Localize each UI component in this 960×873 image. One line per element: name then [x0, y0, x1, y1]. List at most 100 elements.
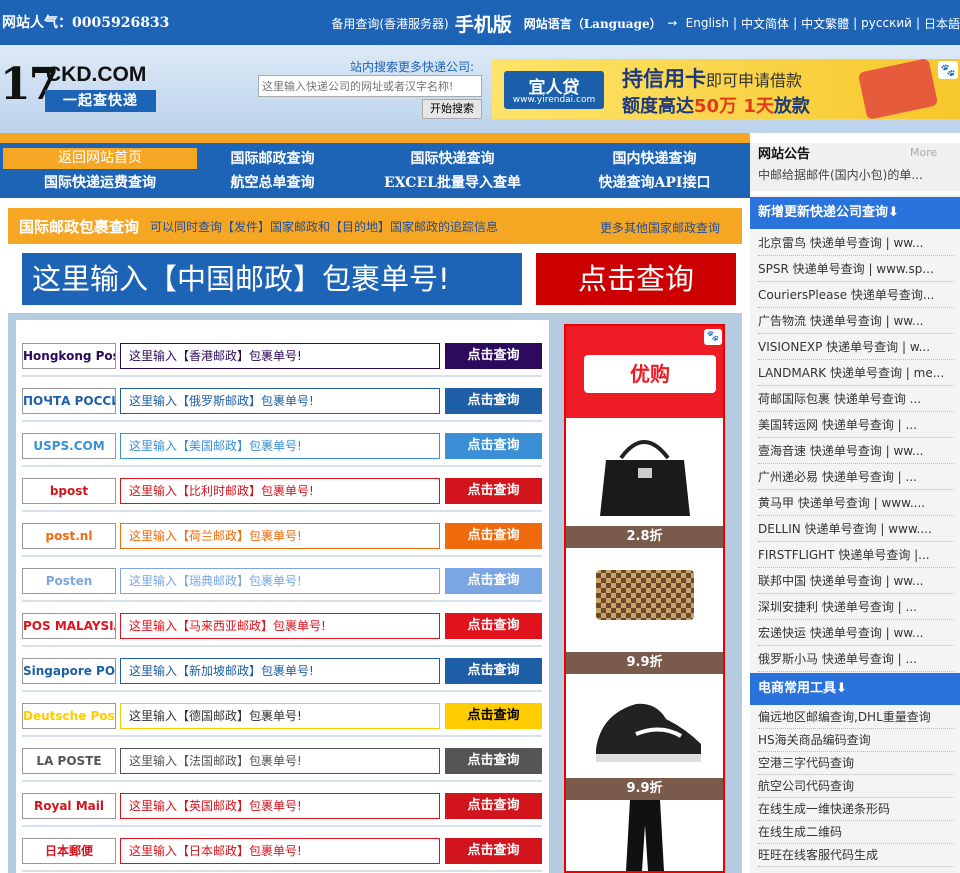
product-pants[interactable]: [566, 800, 723, 871]
tracking-number-input[interactable]: 这里输入【美国邮政】包裹单号!: [120, 433, 440, 459]
visit-counter: 网站人气：0005926833: [2, 15, 170, 31]
divider: |: [915, 16, 920, 30]
company-link[interactable]: LANDMARK 快递单号查询 | me...: [758, 360, 954, 386]
tool-link[interactable]: 航空公司代码查询: [758, 775, 954, 798]
company-link[interactable]: DELLIN 快递单号查询 | www....: [758, 516, 954, 542]
post-logo: Royal Mail: [22, 793, 116, 819]
search-button[interactable]: 开始搜索: [422, 99, 482, 119]
company-link[interactable]: 广州递必易 快递单号查询 | ...: [758, 464, 954, 490]
post-row: post.nl 这里输入【荷兰邮政】包裹单号! 点击查询: [16, 513, 549, 558]
company-link[interactable]: 深圳安捷利 快递单号查询 | ...: [758, 594, 954, 620]
ad-banner[interactable]: 宜人贷 www.yirendai.com 持信用卡即可申请借款 额度高达50万 …: [492, 59, 960, 119]
lang-simplified-link[interactable]: 中文简体: [741, 15, 789, 32]
company-link[interactable]: 荷邮国际包裹 快递单号查询 ...: [758, 386, 954, 412]
notice-item[interactable]: 中邮给据邮件(国内小包)的单...: [758, 166, 923, 183]
lang-traditional-link[interactable]: 中文繁體: [801, 15, 849, 32]
track-button[interactable]: 点击查询: [445, 658, 542, 684]
nav-api[interactable]: 快递查询API接口: [582, 172, 727, 192]
tracking-number-input[interactable]: 这里输入【德国邮政】包裹单号!: [120, 703, 440, 729]
post-row: Royal Mail 这里输入【英国邮政】包裹单号! 点击查询: [16, 783, 549, 828]
product-handbag[interactable]: [566, 418, 723, 524]
company-link[interactable]: 北京雷鸟 快递单号查询 | ww...: [758, 230, 954, 256]
divider: [22, 690, 542, 692]
company-link[interactable]: 美国转运网 快递单号查询 | ...: [758, 412, 954, 438]
company-link[interactable]: 壹海音速 快递单号查询 | ww...: [758, 438, 954, 464]
track-button[interactable]: 点击查询: [445, 568, 542, 594]
arrow-right-icon: ➙: [667, 16, 678, 30]
post-logo: POS MALAYSIA: [22, 613, 116, 639]
company-link[interactable]: 黄马甲 快递单号查询 | www....: [758, 490, 954, 516]
tracking-number-input[interactable]: 这里输入【荷兰邮政】包裹单号!: [120, 523, 440, 549]
track-button[interactable]: 点击查询: [445, 478, 542, 504]
nav-intl-post[interactable]: 国际邮政查询: [200, 148, 345, 168]
tool-link[interactable]: 空港三字代码查询: [758, 752, 954, 775]
search-input[interactable]: [258, 75, 482, 97]
post-row: USPS.COM 这里输入【美国邮政】包裹单号! 点击查询: [16, 423, 549, 468]
track-button[interactable]: 点击查询: [445, 748, 542, 774]
nav-freight[interactable]: 国际快递运费查询: [20, 172, 180, 192]
post-logo: 日本郵便: [22, 838, 116, 864]
track-button[interactable]: 点击查询: [445, 613, 542, 639]
company-link[interactable]: FIRSTFLIGHT 快递单号查询 |...: [758, 542, 954, 568]
china-post-input[interactable]: 这里输入【中国邮政】包裹单号!: [22, 253, 522, 305]
tool-link[interactable]: 在线生成一维快递条形码: [758, 798, 954, 821]
track-button[interactable]: 点击查询: [445, 703, 542, 729]
lang-japanese-link[interactable]: 日本語: [924, 15, 960, 32]
banner-headline: 持信用卡即可申请借款: [622, 67, 803, 91]
post-row: Hongkong Post 这里输入【香港邮政】包裹单号! 点击查询: [16, 333, 549, 378]
logo-domain[interactable]: CKD.COM: [46, 63, 146, 87]
tool-link[interactable]: 偏远地区邮编查询,DHL重量查询: [758, 706, 954, 729]
tracking-number-input[interactable]: 这里输入【香港邮政】包裹单号!: [120, 343, 440, 369]
nav-air-waybill[interactable]: 航空总单查询: [200, 172, 345, 192]
company-link[interactable]: 广告物流 快递单号查询 | ww...: [758, 308, 954, 334]
credit-card-icon: [857, 59, 939, 119]
nav-domestic-express[interactable]: 国内快递查询: [582, 148, 727, 168]
tracking-number-input[interactable]: 这里输入【日本邮政】包裹单号!: [120, 838, 440, 864]
product-sneaker[interactable]: [566, 674, 723, 776]
post-logo: USPS.COM: [22, 433, 116, 459]
tracking-number-input[interactable]: 这里输入【英国邮政】包裹单号!: [120, 793, 440, 819]
divider: [22, 555, 542, 557]
tracking-number-input[interactable]: 这里输入【比利时邮政】包裹单号!: [120, 478, 440, 504]
nav-excel-import[interactable]: EXCEL批量导入查单: [375, 172, 530, 192]
company-link[interactable]: SPSR 快递单号查询 | www.sp...: [758, 256, 954, 282]
nav-home[interactable]: 返回网站首页: [3, 148, 197, 169]
more-countries-link[interactable]: 更多其他国家邮政查询: [600, 219, 720, 236]
product-clutch[interactable]: [566, 548, 723, 650]
track-button[interactable]: 点击查询: [445, 523, 542, 549]
company-link[interactable]: VISIONEXP 快递单号查询 | w...: [758, 334, 954, 360]
nav-intl-express[interactable]: 国际快递查询: [380, 148, 525, 168]
track-button[interactable]: 点击查询: [445, 388, 542, 414]
sneaker-image: [596, 703, 701, 762]
tracking-number-input[interactable]: 这里输入【瑞典邮政】包裹单号!: [120, 568, 440, 594]
company-link[interactable]: 俄罗斯小马 快递单号查询 | ...: [758, 646, 954, 672]
notice-title: 网站公告: [758, 147, 811, 162]
track-button[interactable]: 点击查询: [445, 433, 542, 459]
company-link[interactable]: 宏递快运 快递单号查询 | ww...: [758, 620, 954, 646]
tracking-number-input[interactable]: 这里输入【法国邮政】包裹单号!: [120, 748, 440, 774]
china-post-search-button[interactable]: 点击查询: [536, 253, 736, 305]
mobile-version-link[interactable]: 手机版: [455, 10, 512, 37]
post-logo: Hongkong Post: [22, 343, 116, 369]
banner-brand-logo: 宜人贷 www.yirendai.com: [504, 71, 604, 109]
tracking-number-input[interactable]: 这里输入【马来西亚邮政】包裹单号!: [120, 613, 440, 639]
tracking-number-input[interactable]: 这里输入【俄罗斯邮政】包裹单号!: [120, 388, 440, 414]
company-link[interactable]: 联邦中国 快递单号查询 | ww...: [758, 568, 954, 594]
yougou-logo[interactable]: 优购 yougou.com: [584, 355, 721, 424]
lang-english-link[interactable]: English: [686, 16, 729, 30]
track-button[interactable]: 点击查询: [445, 838, 542, 864]
tool-link[interactable]: HS海关商品编码查询: [758, 729, 954, 752]
divider: [22, 420, 542, 422]
notice-more-link[interactable]: More: [910, 146, 937, 159]
track-button[interactable]: 点击查询: [445, 343, 542, 369]
tracking-number-input[interactable]: 这里输入【新加坡邮政】包裹单号!: [120, 658, 440, 684]
backup-inquiry-link[interactable]: 备用查询(香港服务器): [331, 15, 448, 32]
lang-russian-link[interactable]: русский: [861, 16, 912, 30]
tool-link[interactable]: 在线生成二维码: [758, 821, 954, 844]
divider: [22, 825, 542, 827]
track-button[interactable]: 点击查询: [445, 793, 542, 819]
company-link[interactable]: CouriersPlease 快递单号查询...: [758, 282, 954, 308]
discount-badge: 9.9折: [566, 778, 723, 800]
logo-slogan[interactable]: 一起查快递: [45, 90, 156, 112]
tool-link[interactable]: 旺旺在线客服代码生成: [758, 844, 954, 867]
